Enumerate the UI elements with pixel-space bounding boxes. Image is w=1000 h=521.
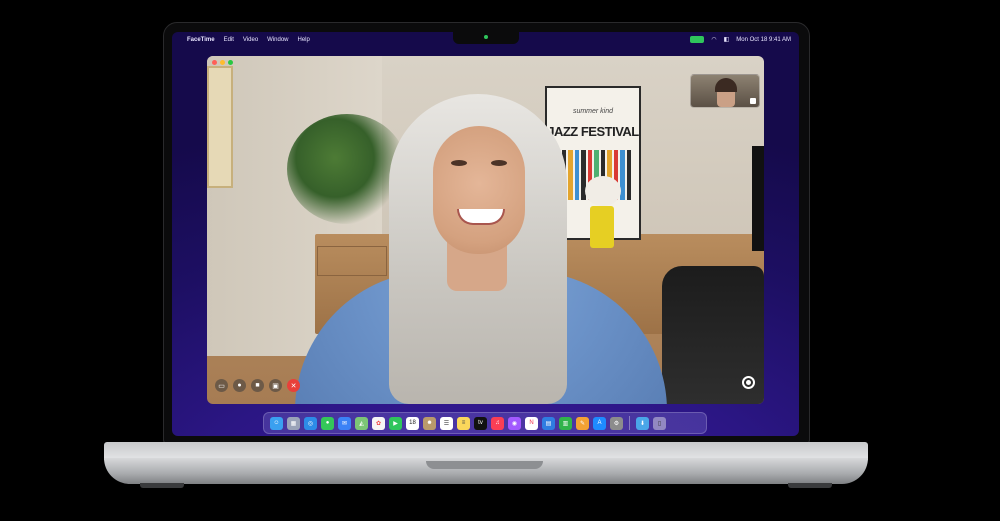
wall-frame: [207, 66, 233, 188]
music-icon[interactable]: ♫: [491, 416, 504, 430]
control-center-icon[interactable]: ◧: [724, 36, 730, 43]
menubar-datetime[interactable]: Mon Oct 18 9:41 AM: [736, 37, 791, 43]
camera-notch: [453, 32, 519, 44]
lamp: [585, 176, 621, 206]
self-view-expand-icon[interactable]: [750, 98, 756, 104]
screen: FaceTime Edit Video Window Help ◠ ◧ Mon …: [172, 32, 799, 436]
facetime-window[interactable]: summer kind JAZZ FESTIVAL ▭ ● ■ ▣ ✕: [207, 56, 764, 404]
camera-in-use-icon[interactable]: [690, 36, 705, 43]
podcasts-icon[interactable]: ◉: [508, 416, 521, 430]
menu-window[interactable]: Window: [267, 37, 288, 43]
person-face: [433, 126, 525, 254]
laptop-foot-right: [788, 483, 832, 488]
end-call-icon[interactable]: ✕: [287, 379, 300, 392]
messages-icon[interactable]: ●: [321, 416, 334, 430]
wifi-icon[interactable]: ◠: [711, 36, 716, 43]
capture-photo-icon[interactable]: [742, 376, 755, 389]
self-view-preview[interactable]: [690, 74, 760, 108]
contacts-icon[interactable]: ☻: [423, 416, 436, 430]
menu-video[interactable]: Video: [243, 37, 258, 43]
call-controls: ▭ ● ■ ▣ ✕: [215, 379, 300, 392]
photos-icon[interactable]: ✿: [372, 416, 385, 430]
monitor: [752, 146, 764, 251]
menu-app-name[interactable]: FaceTime: [187, 37, 215, 43]
self-view-hair: [715, 78, 737, 92]
laptop-foot-left: [140, 483, 184, 488]
numbers-icon[interactable]: ▥: [559, 416, 572, 430]
poster-title: JAZZ FESTIVAL: [547, 124, 639, 139]
desk-drawer: [317, 246, 387, 276]
reminders-icon[interactable]: ☰: [440, 416, 453, 430]
zoom-window-icon[interactable]: [228, 60, 233, 65]
calendar-icon[interactable]: 18: [406, 416, 419, 430]
screen-share-icon[interactable]: ▣: [269, 379, 282, 392]
launchpad-icon[interactable]: ▦: [287, 416, 300, 430]
minimize-window-icon[interactable]: [220, 60, 225, 65]
pages-icon[interactable]: ✎: [576, 416, 589, 430]
poster-subtitle: summer kind: [572, 108, 614, 115]
microphone-icon[interactable]: ●: [233, 379, 246, 392]
close-window-icon[interactable]: [212, 60, 217, 65]
lamp-base: [590, 206, 614, 248]
safari-icon[interactable]: ◎: [304, 416, 317, 430]
keynote-icon[interactable]: ▤: [542, 416, 555, 430]
finder-icon[interactable]: ☺: [270, 416, 283, 430]
person-eye-left: [451, 160, 467, 166]
dock-separator: [629, 416, 630, 430]
notes-icon[interactable]: ≡: [457, 416, 470, 430]
mail-icon[interactable]: ✉: [338, 416, 351, 430]
apple-tv-icon[interactable]: tv: [474, 416, 487, 430]
news-icon[interactable]: N: [525, 416, 538, 430]
camera-light-icon: [484, 35, 488, 39]
laptop-opening-notch: [426, 461, 543, 469]
window-controls: [212, 60, 233, 65]
dock: ☺ ▦ ◎ ● ✉ ◭ ✿ ▶ 18 ☻ ☰ ≡ tv ♫ ◉ N ▤ ▥ ✎ …: [263, 412, 707, 434]
app-store-icon[interactable]: A: [593, 416, 606, 430]
menu-edit[interactable]: Edit: [224, 37, 234, 43]
facetime-icon[interactable]: ▶: [389, 416, 402, 430]
downloads-folder-icon[interactable]: ⬇: [636, 416, 649, 430]
maps-icon[interactable]: ◭: [355, 416, 368, 430]
person-eye-right: [491, 160, 507, 166]
sidebar-icon[interactable]: ▭: [215, 379, 228, 392]
video-camera-icon[interactable]: ■: [251, 379, 264, 392]
menu-help[interactable]: Help: [298, 37, 310, 43]
system-preferences-icon[interactable]: ⚙: [610, 416, 623, 430]
trash-icon[interactable]: ▯: [653, 416, 666, 430]
